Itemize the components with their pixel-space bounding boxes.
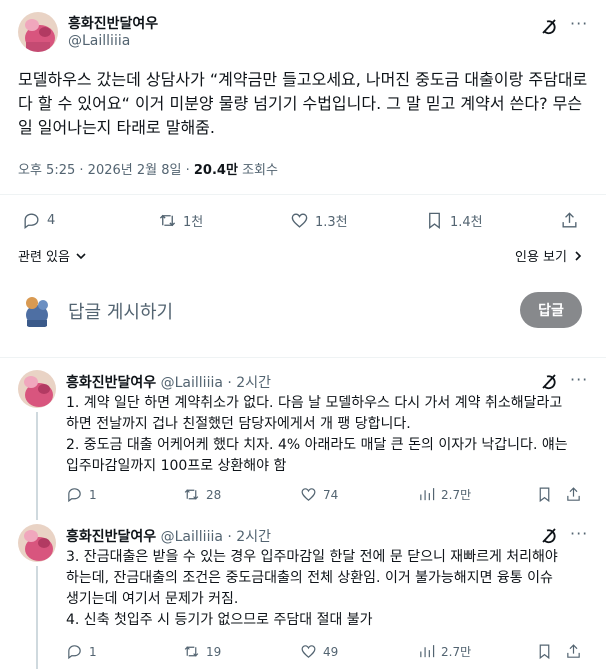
reply-text: 3. 잔금대출은 받을 수 있는 경우 입주마감일 한달 전에 문 닫으니 재빠… <box>66 547 596 631</box>
reply-header: 흥화진반달여우 @Lailliiia · 2시간 <box>66 526 271 546</box>
views-icon <box>420 488 435 501</box>
related-filter[interactable]: 관련 있음 <box>18 246 88 267</box>
reply-time[interactable]: 2시간 <box>236 529 271 545</box>
chevron-right-icon <box>571 249 585 267</box>
bookmark-icon <box>539 487 550 503</box>
share-icon <box>567 487 580 501</box>
reply-button[interactable]: 1 <box>66 643 97 660</box>
reply-input[interactable]: 답글 게시하기 <box>68 298 173 324</box>
post-meta: 오후 5:25 · 2026년 2월 8일 · 20.4만 조회수 <box>18 159 278 178</box>
views-count: 20.4만 <box>193 163 238 178</box>
quotes-link[interactable]: 인용 보기 <box>515 246 585 267</box>
views-button[interactable]: 2.7만 <box>418 643 471 660</box>
reply-count: 1 <box>89 487 97 502</box>
post-time[interactable]: 오후 5:25 <box>18 163 75 178</box>
reply-submit-button[interactable]: 답글 <box>520 292 582 328</box>
like-icon <box>301 645 316 658</box>
grok-icon[interactable] <box>539 526 559 546</box>
share-icon <box>562 212 577 228</box>
reply-text-line: 하는데, 잔금대출의 조건은 중도금대출의 전체 상환임. 이거 불가능해지면 … <box>66 570 553 586</box>
like-count: 49 <box>323 644 339 659</box>
repost-icon <box>184 646 199 657</box>
bookmark-button[interactable] <box>536 643 559 660</box>
views-icon <box>420 645 435 658</box>
separator: · <box>227 529 232 545</box>
reply-icon <box>68 645 81 660</box>
divider <box>0 194 606 195</box>
reply-text-line: 생기는데 여기서 문제가 커짐. <box>66 591 239 607</box>
post-text: 모델하우스 갔는데 상담사가 “계약금만 들고오세요, 나머진 중도금 대출이랑… <box>18 70 588 137</box>
thread-line <box>36 412 38 520</box>
separator: · <box>185 163 190 178</box>
repost-icon <box>184 489 199 500</box>
repost-icon <box>159 214 176 227</box>
reply-count: 1 <box>89 644 97 659</box>
like-button[interactable]: 74 <box>300 486 338 503</box>
related-label: 관련 있음 <box>18 250 70 265</box>
reply-text-line: 2. 중도금 대출 어케어케 했다 치자. 4% 아래라도 매달 큰 돈의 이자… <box>66 437 568 453</box>
reply-button[interactable]: 4 <box>22 211 55 230</box>
reply-icon <box>24 213 39 229</box>
bookmark-icon <box>429 212 440 229</box>
like-icon <box>301 488 316 501</box>
bookmark-icon <box>539 644 550 660</box>
reply-text-line: 4. 신축 첫입주 시 등기가 없으므로 주담대 절대 불가 <box>66 612 373 628</box>
reply-text: 1. 계약 일단 하면 계약취소가 없다. 다음 날 모델하우스 다시 가서 계… <box>66 393 596 477</box>
author-avatar[interactable] <box>18 12 58 52</box>
repost-count: 28 <box>206 487 222 502</box>
quotes-label: 인용 보기 <box>515 250 567 265</box>
views-button[interactable]: 2.7만 <box>418 486 471 503</box>
repost-button[interactable]: 19 <box>183 643 221 660</box>
reply-author-avatar[interactable] <box>18 370 56 408</box>
like-button[interactable]: 1.3천 <box>290 211 348 230</box>
more-icon[interactable]: ··· <box>570 370 588 389</box>
divider <box>0 357 606 358</box>
share-button[interactable] <box>560 211 585 230</box>
share-icon <box>567 644 580 658</box>
reply-display-name[interactable]: 흥화진반달여우 <box>66 529 156 545</box>
my-avatar[interactable] <box>18 291 56 329</box>
separator: · <box>79 163 84 178</box>
share-button[interactable] <box>565 486 588 503</box>
separator: · <box>227 375 232 391</box>
reply-header: 흥화진반달여우 @Lailliiia · 2시간 <box>66 372 271 392</box>
views-count: 2.7만 <box>441 488 472 502</box>
like-count: 1.3천 <box>315 215 348 230</box>
bookmark-count: 1.4천 <box>450 215 483 230</box>
reply-text-line: 1. 계약 일단 하면 계약취소가 없다. 다음 날 모델하우스 다시 가서 계… <box>66 395 563 411</box>
like-count: 74 <box>323 487 339 502</box>
thread-line <box>36 566 38 669</box>
repost-button[interactable]: 1천 <box>158 211 203 230</box>
repost-count: 19 <box>206 644 222 659</box>
bookmark-button[interactable]: 1.4천 <box>425 211 483 230</box>
reply-text-line: 3. 잔금대출은 받을 수 있는 경우 입주마감일 한달 전에 문 닫으니 재빠… <box>66 549 558 565</box>
reply-time[interactable]: 2시간 <box>236 375 271 391</box>
reply-handle[interactable]: @Lailliiia <box>161 529 223 545</box>
reply-count: 4 <box>47 213 56 228</box>
reply-display-name[interactable]: 흥화진반달여우 <box>66 375 156 391</box>
reply-text-line: 입주마감일까지 100프로 상환해야 함 <box>66 458 287 474</box>
views-count: 2.7만 <box>441 645 472 659</box>
share-button[interactable] <box>565 643 588 660</box>
grok-icon[interactable] <box>539 372 559 392</box>
grok-icon[interactable] <box>539 17 559 37</box>
author-handle[interactable]: @Lailliiia <box>68 33 130 49</box>
post-date[interactable]: 2026년 2월 8일 <box>88 163 182 178</box>
repost-count: 1천 <box>183 215 204 230</box>
like-button[interactable]: 49 <box>300 643 338 660</box>
reply-button[interactable]: 1 <box>66 486 97 503</box>
chevron-down-icon <box>74 249 88 267</box>
reply-text-line: 하면 전날까지 겁나 친절했던 담당자에게서 개 팽 당합니다. <box>66 416 411 432</box>
like-icon <box>291 213 308 228</box>
bookmark-button[interactable] <box>536 486 559 503</box>
more-icon[interactable]: ··· <box>570 14 588 33</box>
views-label: 조회수 <box>242 163 278 178</box>
reply-handle[interactable]: @Lailliiia <box>161 375 223 391</box>
reply-author-avatar[interactable] <box>18 524 56 562</box>
more-icon[interactable]: ··· <box>570 524 588 543</box>
reply-icon <box>68 488 81 503</box>
author-display-name[interactable]: 흥화진반달여우 <box>68 13 158 33</box>
repost-button[interactable]: 28 <box>183 486 221 503</box>
